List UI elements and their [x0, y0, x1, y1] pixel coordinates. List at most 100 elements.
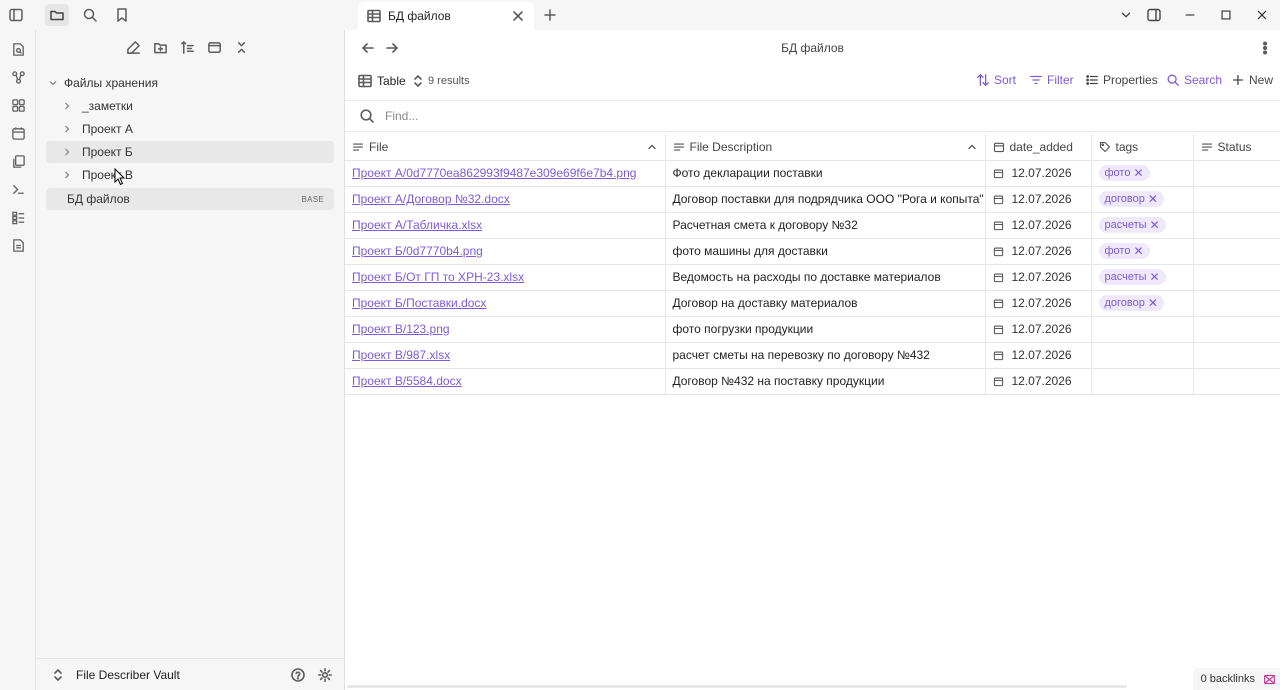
- file-link[interactable]: Проект Б/От ГП то ХРН-23.xlsx: [352, 270, 524, 284]
- tag-chip[interactable]: расчеты ✕: [1098, 217, 1166, 233]
- cell-status[interactable]: [1193, 290, 1280, 317]
- cell-tags[interactable]: фото ✕: [1091, 160, 1194, 187]
- tree-folder-root[interactable]: Файлы хранения: [46, 72, 334, 94]
- cell-tags[interactable]: договор ✕: [1091, 186, 1194, 213]
- file-link[interactable]: Проект В/5584.docx: [352, 374, 462, 388]
- cell-tags[interactable]: расчеты ✕: [1091, 264, 1194, 291]
- new-folder-icon[interactable]: [153, 40, 168, 55]
- help-icon[interactable]: [290, 667, 306, 683]
- view-selector[interactable]: Table: [357, 73, 426, 89]
- table-row[interactable]: Проект А/0d7770ea862993f9487e309e69f6e7b…: [345, 160, 1280, 187]
- backlinks-count[interactable]: 0 backlinks: [1201, 673, 1255, 685]
- sort-icon[interactable]: [180, 40, 195, 55]
- remove-tag-icon[interactable]: ✕: [1150, 218, 1160, 232]
- file-link[interactable]: Проект А/0d7770ea862993f9487e309e69f6e7b…: [352, 166, 636, 180]
- column-header-file[interactable]: File: [345, 134, 666, 161]
- more-options-icon[interactable]: [1257, 40, 1273, 56]
- document-icon[interactable]: [6, 234, 30, 256]
- split-icon[interactable]: [1142, 4, 1166, 26]
- remove-tag-icon[interactable]: ✕: [1148, 192, 1158, 206]
- table-row[interactable]: Проект В/987.xlsx расчет сметы на перевоз…: [345, 342, 1280, 369]
- tree-file-base[interactable]: БД файлов BASE: [46, 188, 334, 210]
- column-header-tags[interactable]: tags: [1091, 134, 1194, 161]
- search-button[interactable]: Search: [1166, 73, 1222, 87]
- tag-chip[interactable]: договор ✕: [1098, 191, 1164, 207]
- cell-description[interactable]: Договор на доставку материалов: [665, 290, 986, 317]
- templates-icon[interactable]: [6, 150, 30, 172]
- cell-description[interactable]: Договор №432 на поставку продукции: [665, 368, 986, 395]
- cell-description[interactable]: фото погрузки продукции: [665, 316, 986, 343]
- cell-tags[interactable]: фото ✕: [1091, 238, 1194, 265]
- canvas-icon[interactable]: [6, 94, 30, 116]
- remove-tag-icon[interactable]: ✕: [1133, 244, 1143, 258]
- tag-chip[interactable]: расчеты ✕: [1098, 269, 1166, 285]
- cell-status[interactable]: [1193, 160, 1280, 187]
- open-quick-switcher-icon[interactable]: [6, 38, 30, 60]
- minimize-icon[interactable]: [1178, 4, 1202, 26]
- cell-status[interactable]: [1193, 368, 1280, 395]
- column-header-status[interactable]: Status: [1193, 134, 1280, 161]
- cell-description[interactable]: Ведомость на расходы по доставке материа…: [665, 264, 986, 291]
- table-row[interactable]: Проект А/Табличка.xlsx Расчетная смета к …: [345, 212, 1280, 239]
- cell-tags[interactable]: [1091, 342, 1194, 369]
- file-link[interactable]: Проект В/987.xlsx: [352, 348, 450, 362]
- find-input[interactable]: Find...: [385, 109, 418, 123]
- cell-status[interactable]: [1193, 186, 1280, 213]
- calendar-icon[interactable]: [6, 122, 30, 144]
- table-row[interactable]: Проект В/5584.docx Договор №432 на постав…: [345, 368, 1280, 395]
- cell-date[interactable]: 12.07.2026: [985, 368, 1092, 395]
- cell-status[interactable]: [1193, 264, 1280, 291]
- column-header-description[interactable]: File Description: [665, 134, 986, 161]
- file-link[interactable]: Проект В/123.png: [352, 322, 450, 336]
- remove-tag-icon[interactable]: ✕: [1133, 166, 1143, 180]
- file-link[interactable]: Проект А/Табличка.xlsx: [352, 218, 482, 232]
- collapse-all-icon[interactable]: [207, 40, 222, 55]
- tab-bd-files[interactable]: БД файлов: [358, 2, 534, 30]
- sort-button[interactable]: Sort: [976, 73, 1016, 87]
- tree-folder-project-a[interactable]: Проект А: [60, 118, 334, 140]
- cell-status[interactable]: [1193, 316, 1280, 343]
- maximize-icon[interactable]: [1214, 4, 1238, 26]
- table-row[interactable]: Проект Б/0d7770b4.png фото машины для дос…: [345, 238, 1280, 265]
- tree-folder-notes[interactable]: _заметки: [60, 95, 334, 117]
- table-row[interactable]: Проект А/Договор №32.docx Договор поставк…: [345, 186, 1280, 213]
- sidebar-toggle-icon[interactable]: [4, 4, 28, 26]
- tag-chip[interactable]: договор ✕: [1098, 295, 1164, 311]
- tree-folder-project-v[interactable]: Проект В: [60, 164, 334, 186]
- cell-description[interactable]: Фото декларации поставки: [665, 160, 986, 187]
- terminal-icon[interactable]: [6, 178, 30, 200]
- cell-tags[interactable]: [1091, 316, 1194, 343]
- cell-date[interactable]: 12.07.2026: [985, 342, 1092, 369]
- cell-description[interactable]: расчет сметы на перевозку по договору №4…: [665, 342, 986, 369]
- close-icon[interactable]: [510, 8, 526, 24]
- bookmark-icon[interactable]: [110, 4, 134, 26]
- new-note-icon[interactable]: [126, 40, 141, 55]
- cell-date[interactable]: 12.07.2026: [985, 264, 1092, 291]
- file-link[interactable]: Проект Б/Поставки.docx: [352, 296, 486, 310]
- remove-tag-icon[interactable]: ✕: [1148, 296, 1158, 310]
- close-icon[interactable]: [234, 40, 249, 55]
- vault-switcher[interactable]: File Describer Vault: [36, 658, 345, 690]
- cell-description[interactable]: Договор поставки для подрядчика ООО "Рог…: [665, 186, 986, 213]
- cell-status[interactable]: [1193, 212, 1280, 239]
- table-row[interactable]: Проект В/123.png фото погрузки продукции 1…: [345, 316, 1280, 343]
- cell-tags[interactable]: [1091, 368, 1194, 395]
- chevron-down-icon[interactable]: [1114, 4, 1138, 26]
- table-row[interactable]: Проект Б/От ГП то ХРН-23.xlsx Ведомость н…: [345, 264, 1280, 291]
- cell-description[interactable]: Расчетная смета к договору №32: [665, 212, 986, 239]
- file-link[interactable]: Проект А/Договор №32.docx: [352, 192, 510, 206]
- cell-date[interactable]: 12.07.2026: [985, 290, 1092, 317]
- column-header-date[interactable]: date_added: [985, 134, 1092, 161]
- settings-icon[interactable]: [317, 667, 333, 683]
- tree-folder-project-b[interactable]: Проект Б: [46, 141, 334, 163]
- cell-tags[interactable]: договор ✕: [1091, 290, 1194, 317]
- plus-icon[interactable]: [538, 4, 562, 26]
- table-row[interactable]: Проект Б/Поставки.docx Договор на доставк…: [345, 290, 1280, 317]
- close-window-icon[interactable]: [1250, 4, 1274, 26]
- horizontal-scrollbar[interactable]: [347, 685, 1127, 688]
- properties-button[interactable]: Properties: [1085, 73, 1158, 87]
- cell-date[interactable]: 12.07.2026: [985, 212, 1092, 239]
- file-link[interactable]: Проект Б/0d7770b4.png: [352, 244, 483, 258]
- remove-tag-icon[interactable]: ✕: [1150, 270, 1160, 284]
- tag-chip[interactable]: фото ✕: [1098, 165, 1150, 181]
